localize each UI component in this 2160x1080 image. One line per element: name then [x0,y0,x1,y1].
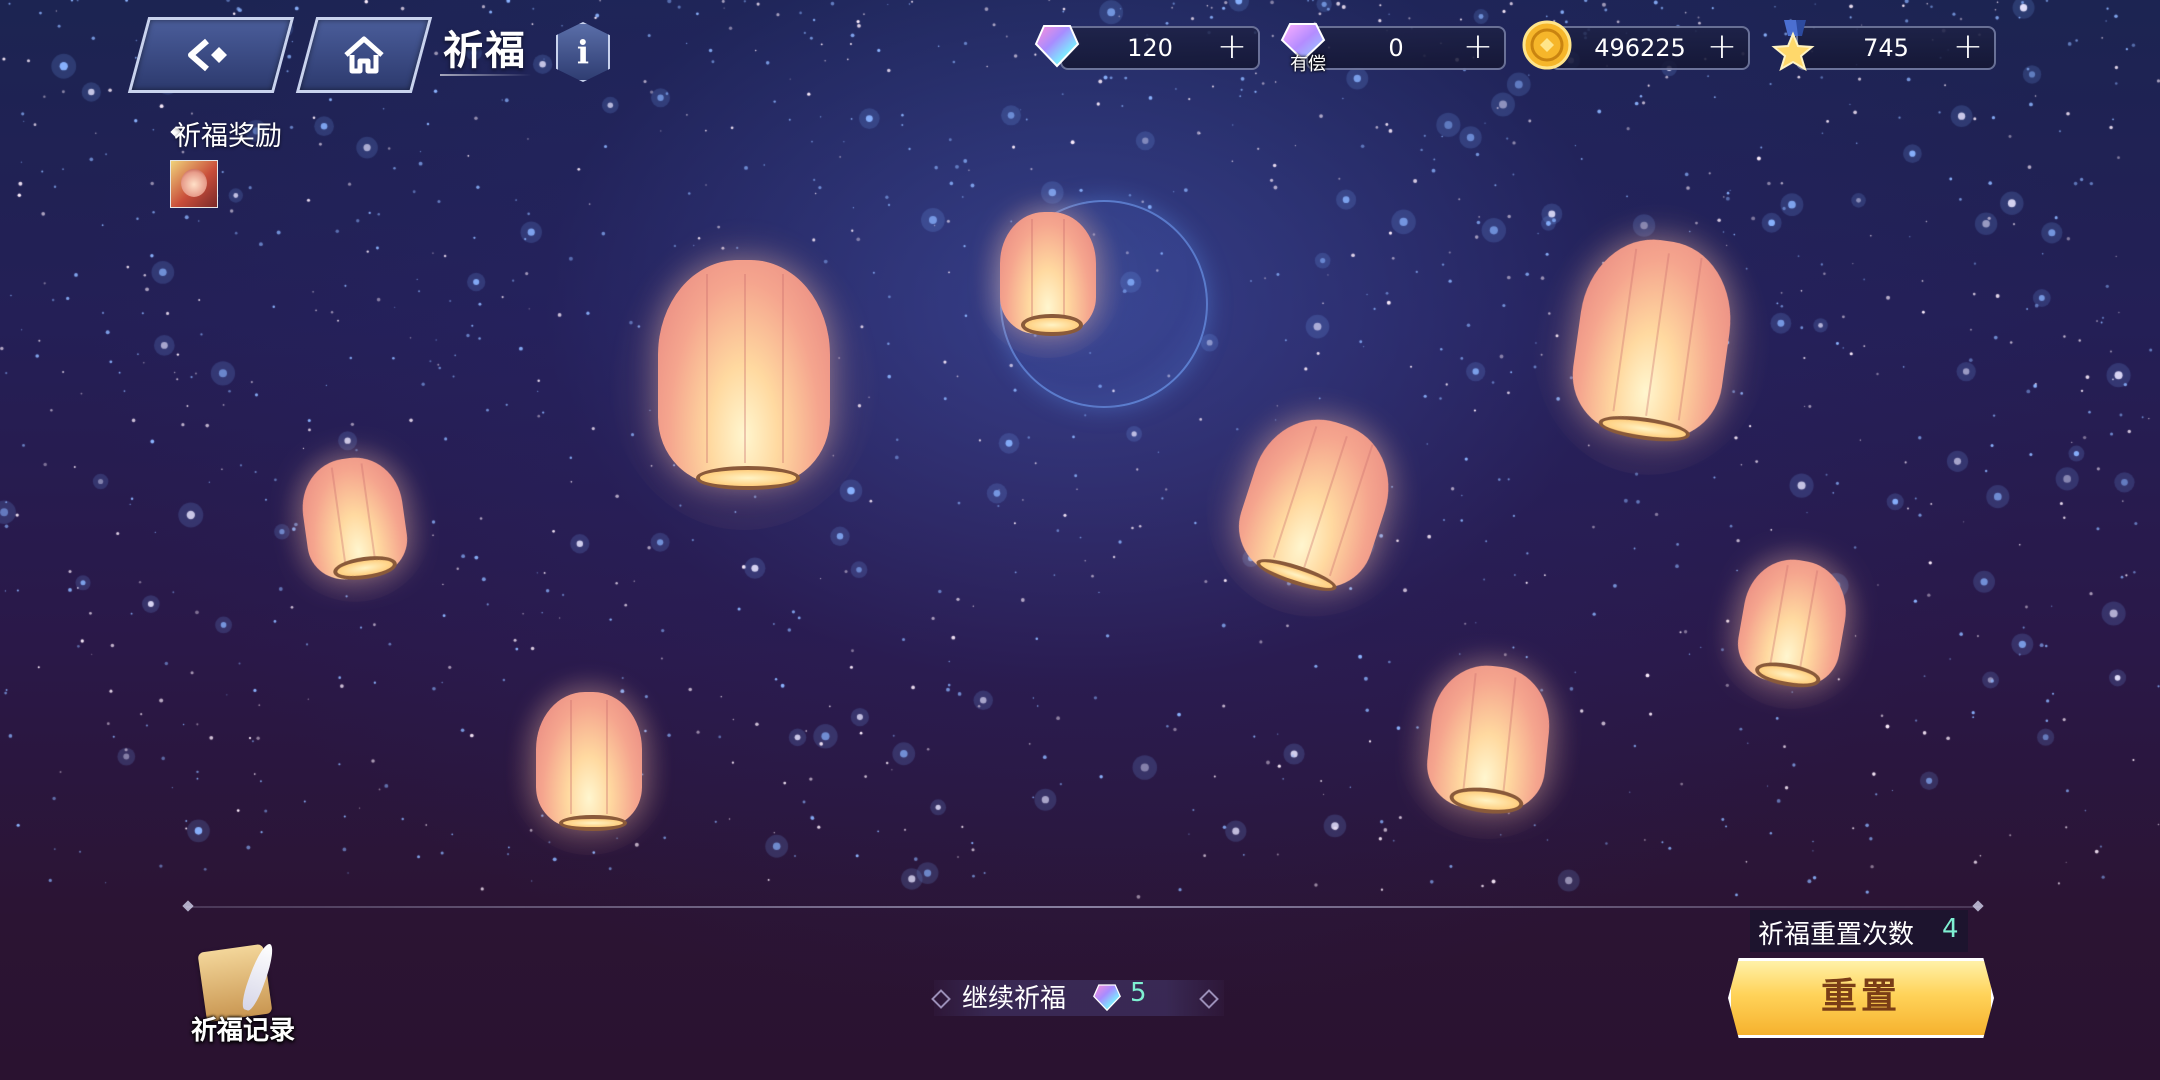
title-underline [440,74,532,76]
lantern-8[interactable] [1384,627,1594,849]
paid-badge: 有偿 [1290,54,1326,75]
prayer-record-button[interactable]: 祈福记录 [180,940,300,1060]
rainbow-gem-icon [1034,25,1080,68]
currency-value: 0 [1388,34,1404,62]
currency-value: 745 [1863,34,1909,62]
prayer-record-label: 祈福记录 [190,1016,295,1046]
currency-free-gem: 120 + [1060,26,1260,70]
gold-coin-icon [1522,20,1572,70]
add-gold-button[interactable]: + [1702,28,1742,68]
add-free-gem-button[interactable]: + [1212,28,1252,68]
reset-count-value: 4 [1942,914,1959,944]
character-portrait-icon[interactable] [170,160,218,208]
lantern-2[interactable] [606,215,882,530]
reset-button[interactable]: 重置 [1728,958,1994,1038]
info-icon: i [576,33,590,71]
currency-value: 496225 [1594,34,1686,62]
reset-button-label: 重置 [1820,976,1901,1017]
currency-gold: 496225 + [1550,26,1750,70]
prayer-scene: 祈福 i 120 + 0 + 有偿 496225 + 745 + 祈福奖励 祈福… [0,0,2160,1080]
home-icon [309,20,419,90]
page-title: 祈福 [443,28,527,74]
back-arrow-icon [141,20,281,90]
back-button[interactable] [127,17,295,93]
continue-prayer-cost: 5 [1130,978,1147,1008]
lantern-7[interactable] [504,664,674,856]
currency-star-medal: 745 + [1796,26,1996,70]
add-paid-gem-button[interactable]: + [1458,28,1498,68]
currency-paid-gem: 0 + [1306,26,1506,70]
reset-count-label: 祈福重置次数 [1758,920,1915,950]
reward-label: 祈福奖励 [174,121,282,152]
lantern-5[interactable] [263,423,445,613]
lantern-1[interactable] [971,187,1125,359]
bottom-divider [186,906,1980,908]
rainbow-gem-icon [1093,984,1121,1012]
lantern-4[interactable] [1177,359,1455,645]
currency-value: 120 [1127,34,1173,62]
home-button[interactable] [295,17,433,93]
lantern-6[interactable] [1697,522,1889,722]
continue-prayer-label: 继续祈福 [962,984,1067,1014]
lantern-3[interactable] [1515,185,1791,491]
add-star-medal-button[interactable]: + [1948,28,1988,68]
star-medal-icon [1771,20,1815,72]
